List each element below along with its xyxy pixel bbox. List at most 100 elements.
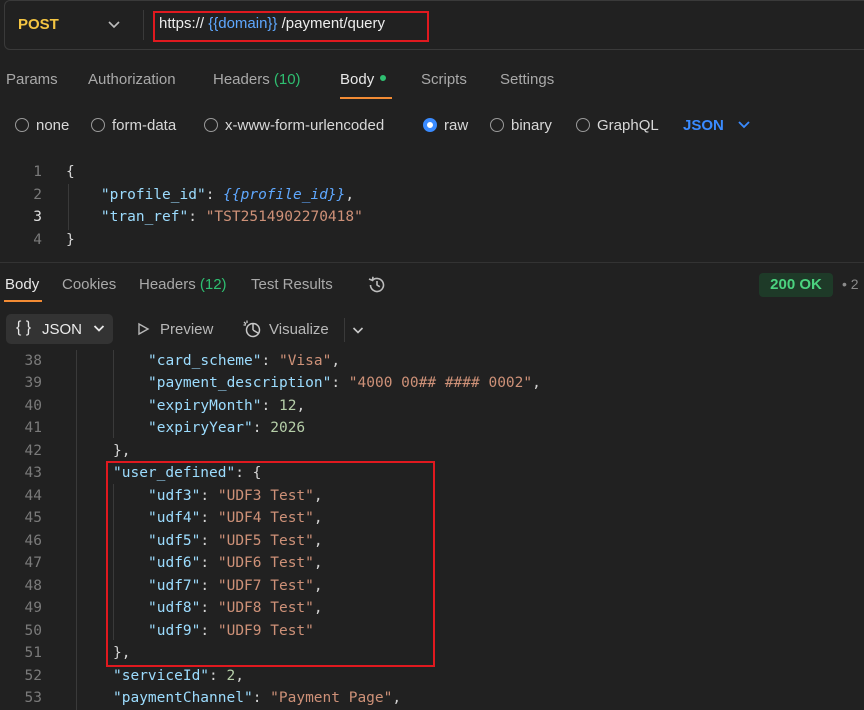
- json-key: "tran_ref": [100, 209, 189, 225]
- response-format-select[interactable]: { } JSON: [6, 314, 113, 344]
- play-icon: [138, 322, 150, 336]
- json-string: "UDF5 Test": [217, 533, 314, 549]
- code-line: "profile_id": {{profile_id}},: [100, 187, 355, 203]
- status-badge[interactable]: 200 OK: [759, 273, 833, 297]
- json-key: "user_defined": [113, 465, 236, 481]
- resp-tab-label: Headers: [139, 276, 196, 293]
- code-line: "paymentChannel": "Payment Page",: [113, 690, 402, 706]
- json-key: "udf8": [148, 600, 201, 616]
- code-line: "udf7": "UDF7 Test",: [148, 578, 323, 594]
- chevron-down-icon[interactable]: [106, 16, 122, 32]
- code-line: "expiryYear": 2026: [148, 420, 306, 436]
- url-bar-container: [4, 0, 864, 50]
- line-number: 3: [33, 209, 42, 225]
- code-line: "udf4": "UDF4 Test",: [148, 510, 323, 526]
- radio-circle[interactable]: [204, 118, 218, 132]
- line-number: 2: [33, 187, 42, 203]
- history-icon[interactable]: [366, 274, 388, 296]
- json-variable: {{profile_id}}: [223, 187, 346, 203]
- tab-params[interactable]: Params: [6, 71, 58, 88]
- line-number: 44: [24, 488, 42, 504]
- response-meta: • 2: [842, 276, 859, 292]
- radio-circle[interactable]: [490, 118, 504, 132]
- tab-scripts[interactable]: Scripts: [421, 71, 467, 88]
- radio-circle-selected[interactable]: [423, 118, 437, 132]
- tab-settings[interactable]: Settings: [500, 71, 554, 88]
- code-line: "udf3": "UDF3 Test",: [148, 488, 323, 504]
- radio-label: binary: [511, 117, 552, 134]
- tab-body[interactable]: Body: [340, 71, 387, 88]
- json-key: "expiryMonth": [148, 398, 262, 414]
- request-body-editor[interactable]: 1 2 3 4 { "profile_id": {{profile_id}}, …: [0, 160, 864, 252]
- body-type-options: none form-data x-www-form-urlencoded raw…: [0, 108, 864, 144]
- line-number: 47: [24, 555, 42, 571]
- radio-label: form-data: [112, 117, 177, 134]
- radio-graphql[interactable]: GraphQL: [576, 117, 659, 134]
- line-number: 43: [24, 465, 42, 481]
- json-string: "4000 00## #### 0002": [348, 375, 533, 391]
- resp-tab-body[interactable]: Body: [5, 276, 39, 293]
- line-number: 1: [33, 164, 42, 180]
- json-string: "Visa": [278, 353, 332, 369]
- indent-guide: [76, 350, 77, 710]
- json-string: "UDF3 Test": [217, 488, 314, 504]
- brace: }: [66, 232, 75, 248]
- radio-raw[interactable]: raw: [423, 117, 468, 134]
- raw-format-select[interactable]: JSON: [683, 117, 724, 134]
- tab-authorization[interactable]: Authorization: [88, 71, 176, 88]
- json-key: "udf5": [148, 533, 201, 549]
- line-number: 50: [24, 623, 42, 639]
- http-method-select[interactable]: POST: [18, 16, 59, 33]
- radio-label: x-www-form-urlencoded: [225, 117, 385, 134]
- code-line: },: [113, 645, 131, 661]
- radio-x-www-form-urlencoded[interactable]: x-www-form-urlencoded: [204, 117, 384, 134]
- response-body-viewer[interactable]: 38 39 40 41 42 43 44 45 46 47 48 49 50 5…: [0, 350, 864, 710]
- json-key: "udf9": [148, 623, 201, 639]
- visualize-button[interactable]: Visualize: [269, 321, 329, 338]
- code-line: "tran_ref": "TST2514902270418": [100, 209, 363, 225]
- brace: {: [66, 164, 75, 180]
- json-string: "Payment Page": [270, 690, 393, 706]
- url-prefix: https://: [159, 15, 205, 32]
- resp-tab-cookies[interactable]: Cookies: [62, 276, 116, 293]
- tab-settings-label: Settings: [500, 71, 555, 88]
- json-string: "UDF8 Test": [217, 600, 314, 616]
- active-resp-tab-underline: [4, 300, 42, 302]
- code-line: {: [66, 164, 75, 180]
- json-string: "UDF7 Test": [217, 578, 314, 594]
- code-line: "udf8": "UDF8 Test",: [148, 600, 323, 616]
- resp-tab-label: Body: [5, 276, 40, 293]
- url-domain-variable: {{domain}}: [208, 15, 278, 32]
- line-number: 39: [24, 375, 42, 391]
- chevron-down-icon: [93, 325, 105, 332]
- json-key: "expiryYear": [148, 420, 253, 436]
- chevron-down-icon[interactable]: [351, 323, 365, 337]
- chevron-down-icon[interactable]: [736, 116, 752, 132]
- indent-guide: [113, 484, 114, 640]
- resp-tab-headers[interactable]: Headers (12): [139, 276, 227, 293]
- url-input[interactable]: https:// {{domain}} /payment/query: [159, 15, 385, 32]
- tab-scripts-label: Scripts: [421, 71, 467, 88]
- toolbar-separator: [344, 318, 345, 342]
- resp-tab-test-results[interactable]: Test Results: [251, 276, 333, 293]
- radio-form-data[interactable]: form-data: [91, 117, 176, 134]
- line-number: 49: [24, 600, 42, 616]
- json-key: "udf3": [148, 488, 201, 504]
- tab-headers[interactable]: Headers (10): [213, 71, 301, 88]
- json-string: "TST2514902270418": [205, 209, 363, 225]
- response-toolbar: { } JSON Preview Visualize: [0, 312, 864, 348]
- code-line: }: [66, 232, 75, 248]
- preview-button[interactable]: Preview: [160, 321, 213, 338]
- code-line: "payment_description": "4000 00## #### 0…: [148, 375, 541, 391]
- tab-params-label: Params: [6, 71, 58, 88]
- radio-circle[interactable]: [576, 118, 590, 132]
- request-url-bar: POST https:// {{domain}} /payment/query: [0, 0, 864, 52]
- body-modified-dot: [380, 75, 387, 82]
- radio-circle[interactable]: [15, 118, 29, 132]
- line-number: 42: [24, 443, 42, 459]
- json-string: "UDF9 Test": [217, 623, 314, 639]
- tab-body-label: Body: [340, 71, 375, 88]
- radio-binary[interactable]: binary: [490, 117, 552, 134]
- radio-none[interactable]: none: [15, 117, 69, 134]
- radio-circle[interactable]: [91, 118, 105, 132]
